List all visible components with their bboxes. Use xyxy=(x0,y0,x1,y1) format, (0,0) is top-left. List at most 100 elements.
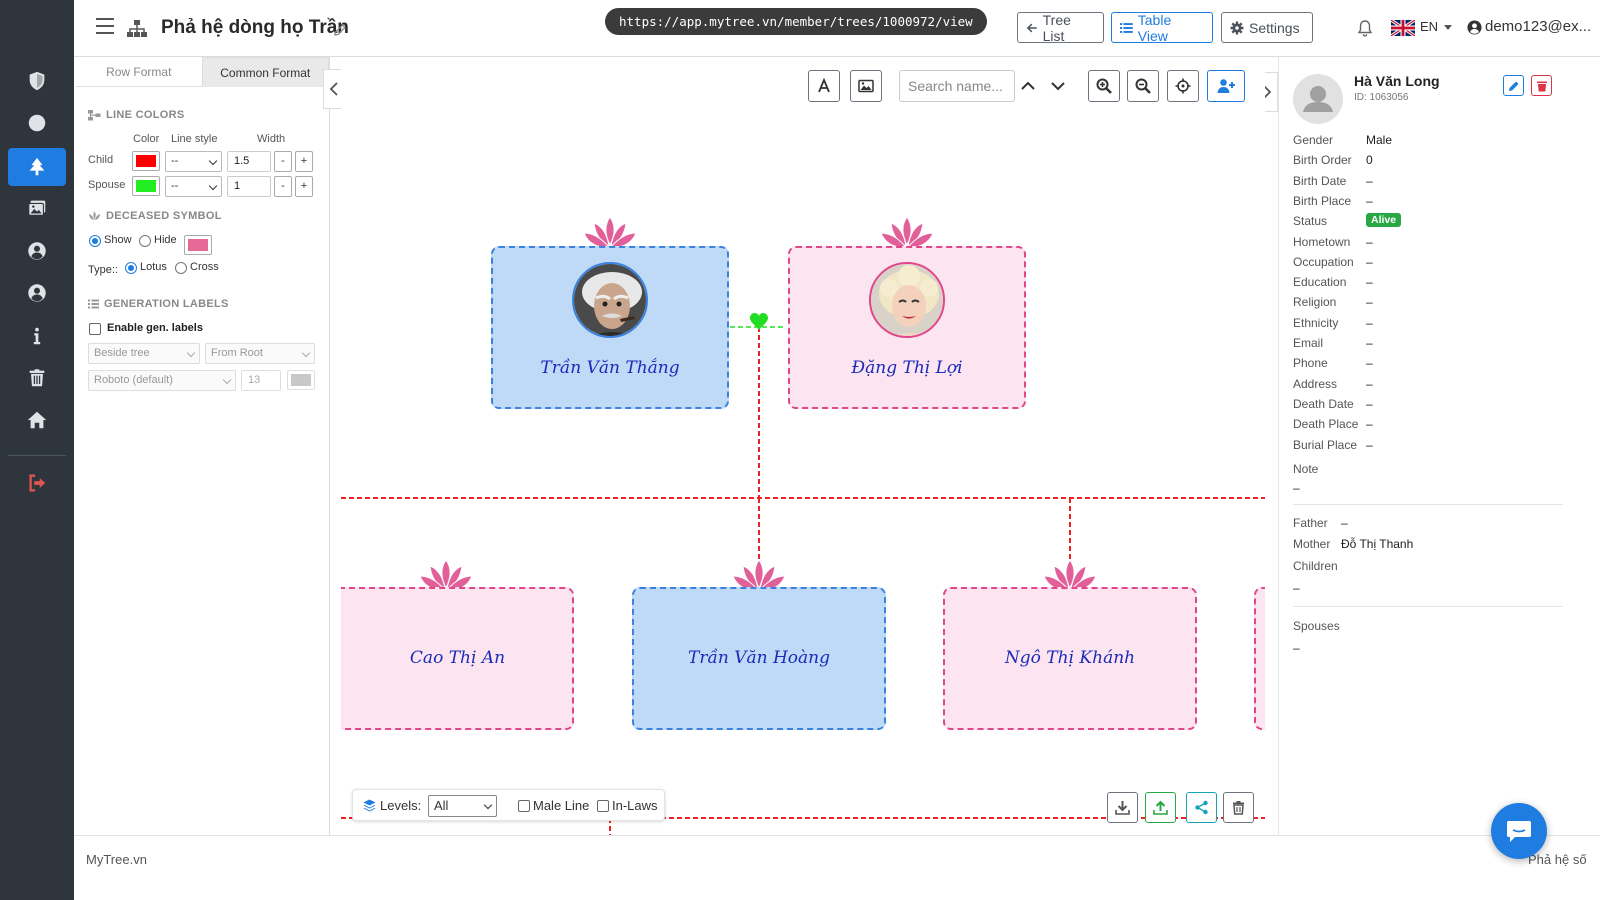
person-name: Ngô Thị Khánh xyxy=(1004,648,1136,668)
detail-label: Phone xyxy=(1293,356,1328,370)
info-icon[interactable] xyxy=(8,317,66,355)
spouse-line-style-select[interactable]: -- xyxy=(165,176,222,197)
levels-label: Levels: xyxy=(380,798,422,813)
spouse-width-input[interactable]: 1 xyxy=(227,176,271,197)
lotus-label: Lotus xyxy=(140,261,167,273)
person-detail-panel: Hà Văn Long ID: 1063056 Gender Male Birth … xyxy=(1278,57,1584,835)
bell-icon[interactable] xyxy=(1357,19,1373,37)
tab-common-format[interactable]: Common Format xyxy=(201,57,329,87)
delete-tree-button[interactable] xyxy=(1223,792,1254,823)
mother-value[interactable]: Đỗ Thị Thanh xyxy=(1341,537,1413,551)
share-button[interactable] xyxy=(1186,792,1217,823)
detail-label: Ethnicity xyxy=(1293,316,1339,330)
tree-icon[interactable] xyxy=(8,148,66,186)
type-lotus-radio[interactable] xyxy=(125,262,137,274)
person-card[interactable]: Trần Văn Thắng xyxy=(491,246,729,409)
father-label: Father xyxy=(1293,516,1328,530)
deceased-show-radio[interactable] xyxy=(89,235,101,247)
home-icon[interactable] xyxy=(8,401,66,439)
center-view-button[interactable] xyxy=(1167,70,1199,102)
chevron-down-icon[interactable] xyxy=(1049,77,1067,95)
trash-icon[interactable] xyxy=(8,359,66,397)
person-card[interactable]: Trần Văn Hoàng xyxy=(632,587,886,730)
sitemap-small-icon xyxy=(88,109,101,120)
gen-label-font-size-input[interactable]: 13 xyxy=(241,370,281,391)
text-format-button[interactable] xyxy=(808,70,840,102)
tree-list-button[interactable]: Tree List xyxy=(1017,11,1104,44)
gen-label-position-select[interactable]: Beside tree xyxy=(88,343,200,364)
person-id: ID: 1063056 xyxy=(1354,92,1409,103)
user-circle-icon[interactable] xyxy=(8,274,66,312)
edit-title-pencil-icon[interactable] xyxy=(333,23,347,37)
edit-person-button[interactable] xyxy=(1503,75,1524,96)
circle-icon[interactable] xyxy=(8,104,66,142)
child-width-plus-button[interactable]: + xyxy=(295,151,313,172)
shield-icon[interactable] xyxy=(8,62,66,100)
detail-value: – xyxy=(1366,417,1373,431)
top-bar: Phả hệ dòng họ Trần https://app.mytree.v… xyxy=(74,0,1600,57)
upload-button[interactable] xyxy=(1145,792,1176,823)
chat-button[interactable] xyxy=(1491,803,1547,859)
pencil-icon xyxy=(1508,81,1518,91)
person-card[interactable]: Đặng Thị Lợi xyxy=(788,246,1026,409)
detail-label: Email xyxy=(1293,336,1324,350)
chevron-up-icon[interactable] xyxy=(1019,77,1037,95)
person-card-partial[interactable] xyxy=(1254,587,1265,730)
gen-label-from-select[interactable]: From Root xyxy=(205,343,315,364)
male-line-checkbox[interactable] xyxy=(518,800,530,812)
user-plus-icon xyxy=(1217,79,1235,93)
add-person-button[interactable] xyxy=(1207,70,1245,102)
logout-icon[interactable] xyxy=(8,464,66,502)
sidebar-divider xyxy=(8,455,66,456)
language-selector[interactable]: EN xyxy=(1420,19,1438,34)
tree-list-label: Tree List xyxy=(1042,11,1071,44)
spouse-color-picker[interactable] xyxy=(132,176,160,196)
settings-button[interactable]: Settings xyxy=(1221,12,1313,43)
generation-labels-section-title: GENERATION LABELS xyxy=(88,298,229,310)
child-width-input[interactable]: 1.5 xyxy=(227,151,271,172)
type-cross-radio[interactable] xyxy=(175,262,187,274)
chevron-left-icon xyxy=(329,82,338,96)
image-toggle-button[interactable] xyxy=(850,70,882,102)
uk-flag-icon[interactable] xyxy=(1391,20,1415,36)
cross-label: Cross xyxy=(190,261,219,273)
child-color-picker[interactable] xyxy=(132,151,160,171)
gen-label-font-select[interactable]: Roboto (default) xyxy=(88,370,236,391)
child-line-label: Child xyxy=(88,154,114,166)
delete-person-button[interactable] xyxy=(1531,75,1552,96)
detail-value: – xyxy=(1366,235,1373,249)
language-caret-icon[interactable] xyxy=(1444,25,1452,30)
deceased-hide-radio[interactable] xyxy=(139,235,151,247)
footer-brand[interactable]: MyTree.vn xyxy=(86,852,147,867)
in-laws-checkbox[interactable] xyxy=(597,800,609,812)
person-card[interactable]: Cao Thị An xyxy=(341,587,574,730)
user-account-icon xyxy=(1467,20,1482,35)
format-panel: Row Format Common Format LINE COLORS Col… xyxy=(76,57,330,847)
child-line-style-select[interactable]: -- xyxy=(165,151,222,172)
spouse-width-plus-button[interactable]: + xyxy=(295,176,313,197)
search-name-input[interactable]: Search name... xyxy=(899,70,1015,102)
person-card[interactable]: Ngô Thị Khánh xyxy=(943,587,1197,730)
menu-toggle-icon[interactable] xyxy=(96,18,114,34)
in-laws-label: In-Laws xyxy=(612,798,658,813)
download-button[interactable] xyxy=(1107,792,1138,823)
spouse-width-minus-button[interactable]: - xyxy=(274,176,292,197)
zoom-in-button[interactable] xyxy=(1088,70,1120,102)
tab-row-format[interactable]: Row Format xyxy=(76,57,202,87)
type-label: Type:: xyxy=(88,264,118,276)
photos-icon[interactable] xyxy=(8,189,66,227)
share-icon xyxy=(1195,800,1208,815)
child-width-minus-button[interactable]: - xyxy=(274,151,292,172)
tree-canvas[interactable]: Search name... Trần Văn Thắng Đặng Thị L… xyxy=(341,57,1265,835)
gen-label-color-picker[interactable] xyxy=(287,370,315,390)
enable-gen-labels-checkbox[interactable] xyxy=(89,323,101,335)
user-circle-icon[interactable] xyxy=(8,232,66,270)
detail-value: 0 xyxy=(1366,153,1373,167)
levels-select[interactable]: All xyxy=(428,795,497,817)
zoom-out-button[interactable] xyxy=(1127,70,1159,102)
table-view-button[interactable]: Table View xyxy=(1111,12,1213,44)
detail-label: Hometown xyxy=(1293,235,1351,249)
deceased-symbol-color-picker[interactable] xyxy=(184,235,212,255)
hide-label: Hide xyxy=(154,234,177,246)
user-email[interactable]: demo123@ex... xyxy=(1485,18,1591,35)
